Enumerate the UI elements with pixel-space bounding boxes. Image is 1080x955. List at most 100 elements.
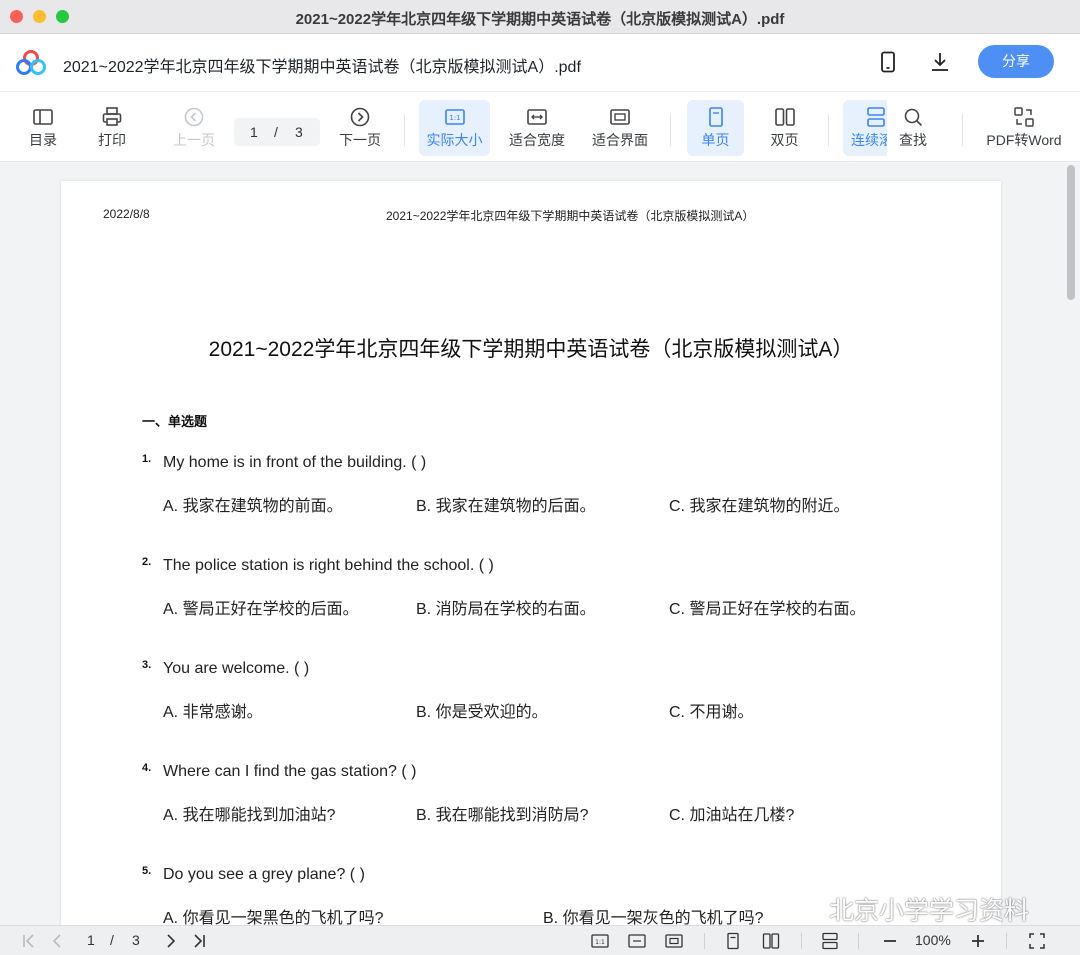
- search-icon: [904, 108, 923, 127]
- toc-icon: [33, 109, 53, 125]
- fullscreen-icon[interactable]: [1028, 932, 1046, 950]
- print-button[interactable]: 打印: [87, 100, 137, 156]
- pdf-to-word-button[interactable]: PDF转Word: [982, 100, 1066, 156]
- prev-page-icon: [184, 107, 204, 127]
- viewer-toolbar: 目录 打印 上一页 1 / 3 下一页 1:1 实际大小 适合宽度 适合界面 单…: [0, 92, 1080, 162]
- status-page-current[interactable]: 1: [87, 932, 95, 948]
- option-b: B. 消防局在学校的右面。: [416, 601, 596, 618]
- find-label: 查找: [899, 132, 927, 148]
- option-a: A. 我在哪能找到加油站?: [163, 807, 336, 824]
- option-a: A. 非常感谢。: [163, 704, 263, 721]
- toc-button[interactable]: 目录: [18, 100, 68, 156]
- share-button[interactable]: 分享: [978, 45, 1054, 78]
- actual-size-button[interactable]: 1:1 实际大小: [419, 100, 490, 156]
- double-page-icon: [774, 108, 795, 126]
- fit-width-icon[interactable]: [628, 932, 646, 950]
- document-viewport[interactable]: 2022/8/8 2021~2022学年北京四年级下学期期中英语试卷（北京版模拟…: [0, 163, 1080, 925]
- baidu-netdisk-logo-icon: [16, 50, 46, 75]
- next-page-icon: [350, 107, 370, 127]
- fit-page-label: 适合界面: [592, 132, 648, 148]
- continuous-label: 连续滚动: [851, 132, 887, 148]
- toolbar-divider: [962, 114, 963, 146]
- find-button[interactable]: 查找: [887, 100, 939, 156]
- page-separator: /: [274, 124, 278, 140]
- pdf-page: 2022/8/8 2021~2022学年北京四年级下学期期中英语试卷（北京版模拟…: [61, 181, 1001, 925]
- double-page-label: 双页: [770, 132, 799, 148]
- zoom-level[interactable]: 100%: [915, 932, 951, 948]
- svg-text:1:1: 1:1: [449, 114, 460, 122]
- toolbar-divider: [404, 114, 405, 146]
- wechat-icon: [783, 893, 822, 922]
- toc-label: 目录: [29, 132, 57, 148]
- option-b: B. 我家在建筑物的后面。: [416, 498, 596, 515]
- continuous-icon[interactable]: [821, 932, 839, 950]
- toolbar-divider: [670, 114, 671, 146]
- print-icon: [102, 107, 122, 126]
- continuous-icon: [867, 107, 885, 127]
- next-page-icon[interactable]: [162, 932, 180, 950]
- phone-icon[interactable]: [876, 50, 900, 74]
- actual-size-label: 实际大小: [426, 132, 483, 148]
- status-divider: [1006, 933, 1007, 949]
- continuous-scroll-button[interactable]: 连续滚动: [843, 100, 887, 156]
- first-page-icon[interactable]: [20, 932, 38, 950]
- page-header-date: 2022/8/8: [103, 207, 150, 221]
- toolbar-divider: [828, 114, 829, 146]
- document-title: 2021~2022学年北京四年级下学期期中英语试卷（北京版模拟测试A）.pdf: [63, 59, 581, 76]
- next-page-label: 下一页: [339, 132, 381, 148]
- fit-width-button[interactable]: 适合宽度: [502, 100, 572, 156]
- option-c: C. 加油站在几楼?: [669, 807, 795, 824]
- status-divider: [704, 933, 705, 949]
- prev-page-button[interactable]: 上一页: [166, 100, 222, 156]
- status-divider: [801, 933, 802, 949]
- status-divider: [858, 933, 859, 949]
- fit-page-icon: [610, 109, 630, 125]
- single-page-button[interactable]: 单页: [687, 100, 744, 156]
- question-number: 5.: [142, 865, 152, 877]
- window-titlebar: 2021~2022学年北京四年级下学期期中英语试卷（北京版模拟测试A）.pdf: [0, 0, 1080, 34]
- option-a: A. 你看见一架黑色的飞机了吗?: [163, 910, 384, 925]
- option-c: C. 警局正好在学校的右面。: [669, 601, 866, 618]
- fit-width-label: 适合宽度: [509, 132, 565, 148]
- fit-page-button[interactable]: 适合界面: [585, 100, 655, 156]
- pdf-to-word-icon: [1014, 107, 1034, 127]
- exam-title: 2021~2022学年北京四年级下学期期中英语试卷（北京版模拟测试A）: [208, 338, 854, 361]
- question-text: Where can I find the gas station? ( ): [163, 763, 417, 780]
- status-page-separator: /: [110, 932, 114, 948]
- option-b: B. 我在哪能找到消防局?: [416, 807, 589, 824]
- double-page-button[interactable]: 双页: [757, 100, 812, 156]
- actual-size-icon[interactable]: 1:1: [591, 932, 609, 950]
- fit-page-icon[interactable]: [665, 932, 683, 950]
- prev-page-icon[interactable]: [48, 932, 66, 950]
- question-text: Do you see a grey plane? ( ): [163, 866, 365, 883]
- scrollbar-thumb[interactable]: [1067, 165, 1075, 300]
- question-number: 1.: [142, 453, 152, 465]
- svg-text:1:1: 1:1: [595, 939, 605, 946]
- question-text: My home is in front of the building. ( ): [163, 454, 427, 471]
- vertical-scrollbar[interactable]: [1064, 163, 1078, 925]
- actual-size-icon: 1:1: [444, 109, 465, 125]
- page-total: 3: [295, 124, 303, 140]
- single-page-icon[interactable]: [724, 932, 742, 950]
- question-number: 3.: [142, 659, 152, 671]
- download-icon[interactable]: [928, 50, 952, 74]
- single-page-label: 单页: [701, 132, 730, 148]
- question-number: 2.: [142, 556, 152, 568]
- window-title: 2021~2022学年北京四年级下学期期中英语试卷（北京版模拟测试A）.pdf: [295, 11, 785, 28]
- single-page-icon: [708, 107, 723, 127]
- zoom-in-icon[interactable]: [969, 932, 987, 950]
- option-a: A. 警局正好在学校的后面。: [163, 601, 359, 618]
- double-page-icon[interactable]: [762, 932, 780, 950]
- question-number: 4.: [142, 762, 152, 774]
- watermark-text: 北京小学学习资料: [829, 897, 1030, 925]
- option-a: A. 我家在建筑物的前面。: [163, 498, 343, 515]
- page-number-input[interactable]: 1 / 3: [234, 118, 320, 146]
- app-header: 2021~2022学年北京四年级下学期期中英语试卷（北京版模拟测试A）.pdf …: [0, 34, 1080, 92]
- section-title: 一、单选题: [142, 414, 208, 429]
- next-page-button[interactable]: 下一页: [332, 100, 388, 156]
- zoom-out-icon[interactable]: [881, 932, 899, 950]
- prev-page-label: 上一页: [173, 132, 215, 148]
- last-page-icon[interactable]: [190, 932, 208, 950]
- page-current: 1: [250, 124, 258, 140]
- question-text: The police station is right behind the s…: [163, 557, 494, 574]
